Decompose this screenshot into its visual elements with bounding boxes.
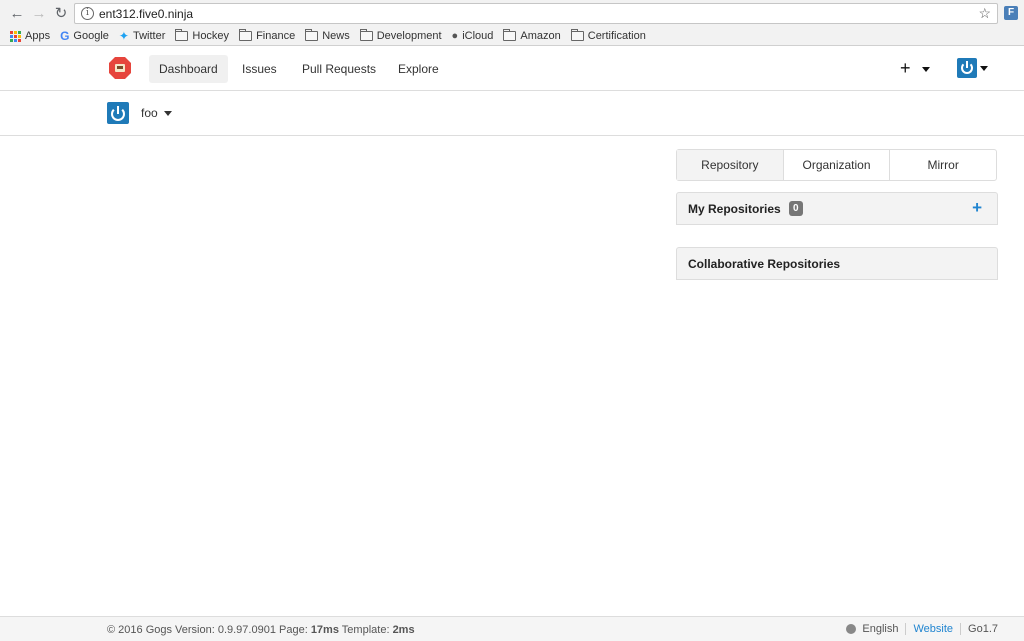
- folder-icon: [175, 29, 189, 41]
- footer-page-time: 17ms: [310, 624, 339, 636]
- info-icon[interactable]: i: [81, 7, 94, 20]
- my-repositories-header: My Repositories 0 +: [676, 192, 998, 225]
- browser-chrome: ← → ↻ i ent312.five0.ninja ☆ F Apps G Go…: [0, 0, 1024, 46]
- bookmark-amazon[interactable]: Amazon: [503, 29, 561, 43]
- bookmark-apps[interactable]: Apps: [10, 29, 50, 43]
- tab-mirror[interactable]: Mirror: [890, 150, 996, 180]
- nav-explore[interactable]: Explore: [388, 55, 449, 83]
- create-new-dropdown[interactable]: +: [900, 58, 930, 78]
- site-footer: © 2016 Gogs Version: 0.9.97.0901 Page: 1…: [0, 616, 1024, 641]
- my-repositories-title: My Repositories: [688, 202, 781, 216]
- repo-count-badge: 0: [789, 201, 803, 216]
- chevron-down-icon: [163, 110, 172, 116]
- bookmark-twitter[interactable]: ✦ Twitter: [119, 29, 165, 43]
- plus-icon: +: [900, 58, 911, 78]
- nav-issues[interactable]: Issues: [232, 55, 287, 83]
- language-selector[interactable]: English: [862, 623, 898, 635]
- reload-icon[interactable]: ↻: [52, 5, 70, 23]
- footer-version-info: © 2016 Gogs Version: 0.9.97.0901 Page: 1…: [107, 624, 415, 636]
- bookmark-hockey[interactable]: Hockey: [175, 29, 229, 43]
- apple-icon: ●: [451, 30, 459, 42]
- chevron-down-icon: [921, 66, 930, 72]
- footer-links: English Website Go1.7: [846, 623, 998, 635]
- context-bar: foo: [0, 92, 1024, 136]
- collaborative-repositories-title: Collaborative Repositories: [688, 257, 841, 271]
- bookmark-google[interactable]: G Google: [60, 29, 109, 43]
- chevron-down-icon: [980, 65, 988, 71]
- user-menu-dropdown[interactable]: [957, 58, 988, 78]
- folder-icon: [570, 29, 584, 41]
- folder-icon: [503, 29, 517, 41]
- google-icon: G: [60, 29, 70, 43]
- site-header: Dashboard Issues Pull Requests Explore +: [0, 47, 1024, 91]
- apps-icon: [10, 30, 21, 42]
- go-version: Go1.7: [968, 623, 998, 635]
- bookmark-label: Twitter: [132, 30, 166, 42]
- bookmark-label: Hockey: [192, 30, 230, 42]
- twitter-icon: ✦: [118, 29, 129, 43]
- bookmark-news[interactable]: News: [305, 29, 350, 43]
- bookmark-certification[interactable]: Certification: [570, 29, 646, 43]
- footer-template-label: Template:: [338, 624, 393, 636]
- bookmark-label: Google: [73, 30, 109, 42]
- forward-icon[interactable]: →: [30, 5, 48, 23]
- nav-pull-requests[interactable]: Pull Requests: [292, 55, 386, 83]
- avatar: [107, 102, 129, 124]
- context-username: foo: [141, 106, 158, 120]
- bookmark-label: Certification: [587, 30, 646, 42]
- tab-organization[interactable]: Organization: [784, 150, 891, 180]
- context-user-switcher[interactable]: foo: [107, 102, 172, 124]
- address-bar[interactable]: i ent312.five0.ninja ☆: [74, 3, 998, 24]
- divider: [905, 623, 907, 635]
- bookmark-label: Amazon: [520, 30, 561, 42]
- bookmark-icloud[interactable]: ● iCloud: [452, 29, 494, 43]
- repo-type-tabs: Repository Organization Mirror: [676, 149, 997, 181]
- bookmark-label: Development: [376, 30, 442, 42]
- avatar: [957, 58, 977, 78]
- footer-copyright: © 2016 Gogs Version: 0.9.97.0901 Page:: [107, 624, 311, 636]
- footer-template-time: 2ms: [392, 624, 415, 636]
- bookmark-development[interactable]: Development: [359, 29, 442, 43]
- url-text[interactable]: ent312.five0.ninja: [99, 7, 193, 21]
- folder-icon: [239, 29, 253, 41]
- bookmark-label: Apps: [25, 30, 51, 42]
- bookmark-label: Finance: [256, 30, 296, 42]
- tab-repository[interactable]: Repository: [677, 150, 784, 180]
- folder-icon: [359, 29, 373, 41]
- bookmark-finance[interactable]: Finance: [239, 29, 295, 43]
- bookmark-label: News: [322, 30, 350, 42]
- nav-dashboard[interactable]: Dashboard: [149, 55, 228, 83]
- bookmark-star-icon[interactable]: ☆: [978, 5, 991, 22]
- globe-icon: [846, 624, 857, 634]
- extension-icon[interactable]: F: [1004, 6, 1018, 20]
- back-icon[interactable]: ←: [8, 5, 26, 23]
- website-link[interactable]: Website: [913, 623, 953, 635]
- divider: [960, 623, 962, 635]
- folder-icon: [305, 29, 319, 41]
- bookmarks-bar: Apps G Google ✦ Twitter Hockey Finance N…: [10, 29, 656, 43]
- gogs-logo-icon[interactable]: [108, 56, 132, 80]
- collaborative-repositories-header: Collaborative Repositories: [676, 247, 998, 280]
- bookmark-label: iCloud: [462, 30, 494, 42]
- browser-nav: ← → ↻: [8, 5, 70, 23]
- add-repository-icon[interactable]: +: [972, 198, 982, 218]
